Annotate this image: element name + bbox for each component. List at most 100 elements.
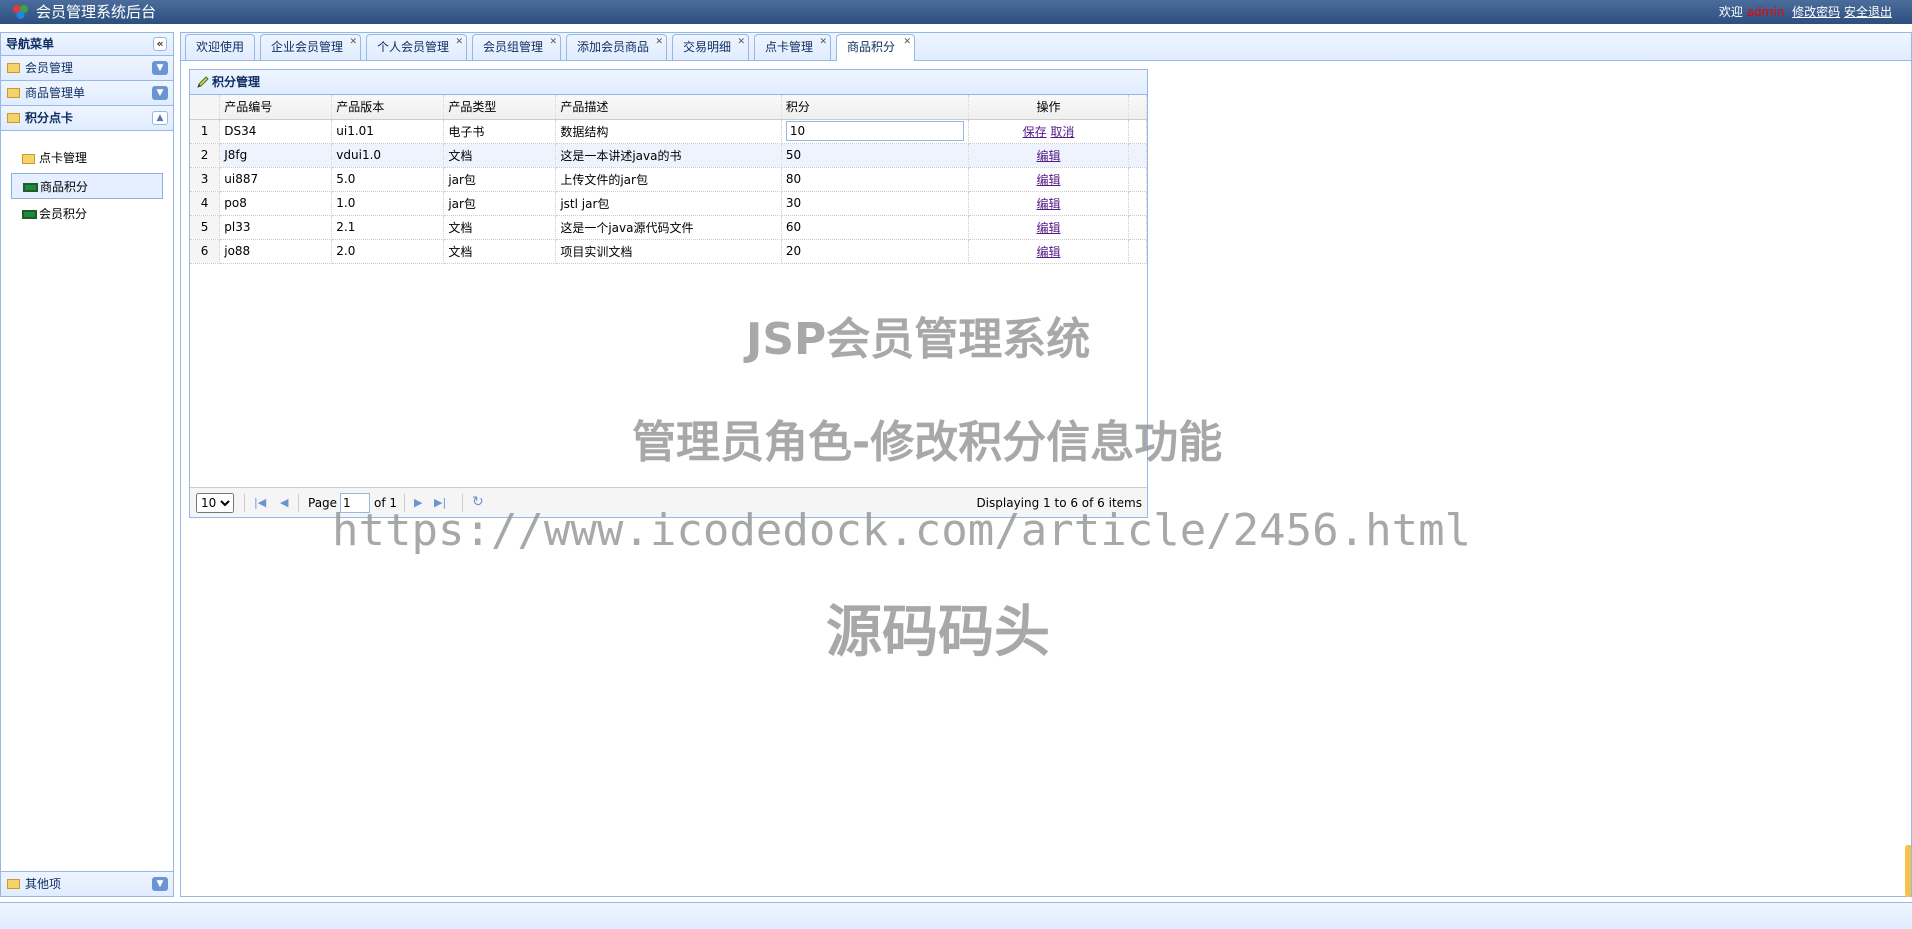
watermark-line-2: 管理员角色-修改积分信息功能 — [632, 417, 1223, 468]
close-icon[interactable]: ✕ — [455, 36, 463, 48]
tree-item-label: 商品积分 — [40, 180, 89, 194]
nav-section-goods[interactable]: 商品管理单 ▼ — [1, 81, 173, 106]
header-user-area: 欢迎 admin 修改密码 安全退出 — [1719, 4, 1892, 20]
table-row[interactable]: 3 ui887 5.0 jar包 上传文件的jar包 80 编辑 — [190, 167, 1147, 192]
folder-icon — [22, 154, 35, 164]
close-icon[interactable]: ✕ — [549, 36, 557, 48]
edit-link[interactable]: 编辑 — [1036, 173, 1060, 187]
cell-actions: 编辑 — [968, 167, 1130, 192]
nav-section-other-header[interactable]: 其他项 ▼ — [1, 871, 173, 896]
chevron-down-icon[interactable]: ▼ — [152, 61, 168, 75]
nav-title: 导航菜单 « — [1, 33, 173, 56]
cell-version: ui1.01 — [331, 119, 445, 144]
tab-add-goods[interactable]: 添加会员商品 ✕ — [566, 34, 667, 60]
page-size-select[interactable]: 10 — [196, 493, 234, 513]
table-row[interactable]: 6 jo88 2.0 文档 项目实训文档 20 编辑 — [190, 239, 1147, 264]
points-edit-input[interactable] — [785, 121, 964, 141]
table-row[interactable]: 1 DS34 ui1.01 电子书 数据结构 保存 取消 — [190, 119, 1147, 144]
column-header-code[interactable]: 产品编号 — [219, 95, 333, 120]
tab-welcome[interactable]: 欢迎使用 — [185, 34, 255, 60]
nav-section-points[interactable]: 积分点卡 ▲ — [1, 106, 173, 131]
nav-section-member[interactable]: 会员管理 ▼ — [1, 56, 173, 81]
tree-item-goods-points[interactable]: 商品积分 — [11, 173, 163, 199]
watermark-url: https://www.icodedock.com/article/2456.h… — [332, 505, 1472, 556]
edit-link[interactable]: 编辑 — [1036, 197, 1060, 211]
cell-points-editing — [781, 119, 969, 144]
close-icon[interactable]: ✕ — [349, 36, 357, 48]
nav-section-label: 商品管理单 — [25, 86, 86, 100]
cell-type: jar包 — [443, 191, 557, 216]
welcome-text: 欢迎 — [1718, 5, 1743, 19]
column-header-description[interactable]: 产品描述 — [555, 95, 782, 120]
table-row[interactable]: 5 pl33 2.1 文档 这是一个java源代码文件 60 编辑 — [190, 215, 1147, 240]
row-spacer — [1128, 191, 1147, 216]
status-bar — [0, 902, 1912, 929]
close-icon[interactable]: ✕ — [819, 36, 827, 48]
edit-link[interactable]: 编辑 — [1036, 149, 1060, 163]
tab-card-management[interactable]: 点卡管理 ✕ — [754, 34, 831, 60]
edit-link[interactable]: 编辑 — [1036, 221, 1060, 235]
tab-transactions[interactable]: 交易明细 ✕ — [672, 34, 749, 60]
chevron-down-icon[interactable]: ▼ — [152, 86, 168, 100]
prev-page-icon[interactable]: ◀ — [280, 496, 288, 509]
edit-link[interactable]: 编辑 — [1036, 245, 1060, 259]
cancel-link[interactable]: 取消 — [1050, 125, 1074, 139]
logout-link[interactable]: 安全退出 — [1844, 5, 1892, 19]
cell-code: ui887 — [219, 167, 333, 192]
column-header-points[interactable]: 积分 — [781, 95, 969, 120]
row-number: 6 — [190, 239, 221, 264]
folder-icon — [7, 63, 20, 73]
close-icon[interactable]: ✕ — [655, 36, 663, 48]
change-password-link[interactable]: 修改密码 — [1792, 5, 1840, 19]
tab-goods-points[interactable]: 商品积分 ✕ — [836, 34, 915, 61]
cell-actions: 编辑 — [968, 143, 1130, 168]
column-header-version[interactable]: 产品版本 — [331, 95, 445, 120]
row-spacer — [1128, 119, 1147, 144]
tab-personal-members[interactable]: 个人会员管理 ✕ — [366, 34, 467, 60]
points-table: 产品编号 产品版本 产品类型 产品描述 积分 操作 1 DS34 ui1.01 … — [190, 95, 1147, 264]
pager-separator — [298, 494, 299, 512]
table-row[interactable]: 4 po8 1.0 jar包 jstl jar包 30 编辑 — [190, 191, 1147, 216]
card-icon — [23, 183, 38, 192]
username: admin — [1746, 5, 1785, 19]
close-icon[interactable]: ✕ — [737, 36, 745, 48]
close-icon[interactable]: ✕ — [903, 36, 911, 48]
cell-description: 这是一本讲述java的书 — [555, 143, 782, 168]
cell-code: pl33 — [219, 215, 333, 240]
header-spacer — [1128, 95, 1147, 120]
cell-description: jstl jar包 — [555, 191, 782, 216]
column-header-type[interactable]: 产品类型 — [443, 95, 557, 120]
cell-version: 5.0 — [331, 167, 445, 192]
cell-actions: 编辑 — [968, 239, 1130, 264]
nav-section-other: 其他项 ▼ — [1, 871, 173, 896]
nav-tree: 点卡管理 商品积分 会员积分 — [1, 131, 173, 227]
tree-item-member-points[interactable]: 会员积分 — [11, 201, 163, 227]
tab-enterprise-members[interactable]: 企业会员管理 ✕ — [260, 34, 361, 60]
row-number: 3 — [190, 167, 221, 192]
chevron-down-icon[interactable]: ▼ — [152, 877, 168, 891]
folder-icon — [7, 88, 20, 98]
column-header-actions[interactable]: 操作 — [968, 95, 1130, 120]
tree-item-card-management[interactable]: 点卡管理 — [11, 145, 163, 171]
cell-version: vdui1.0 — [331, 143, 445, 168]
cell-points: 20 — [781, 239, 969, 264]
row-number-header — [190, 95, 221, 120]
cell-type: 电子书 — [443, 119, 557, 144]
nav-section-label: 其他项 — [25, 877, 62, 891]
table-row[interactable]: 2 J8fg vdui1.0 文档 这是一本讲述java的书 50 编辑 — [190, 143, 1147, 168]
table-header-row: 产品编号 产品版本 产品类型 产品描述 积分 操作 — [190, 95, 1147, 120]
tab-member-groups[interactable]: 会员组管理 ✕ — [472, 34, 561, 60]
cell-type: 文档 — [443, 215, 557, 240]
chevron-up-icon[interactable]: ▲ — [152, 111, 168, 125]
save-link[interactable]: 保存 — [1023, 125, 1047, 139]
tab-label: 会员组管理 — [483, 40, 544, 54]
tree-item-label: 点卡管理 — [39, 151, 88, 165]
row-spacer — [1128, 239, 1147, 264]
folder-icon — [7, 113, 20, 123]
side-scroll-handle[interactable] — [1905, 845, 1911, 897]
cell-code: DS34 — [219, 119, 333, 144]
first-page-icon[interactable]: |◀ — [254, 496, 266, 509]
collapse-left-icon[interactable]: « — [153, 37, 167, 51]
grid-panel-title: 积分管理 — [190, 70, 1147, 95]
cell-type: 文档 — [443, 239, 557, 264]
